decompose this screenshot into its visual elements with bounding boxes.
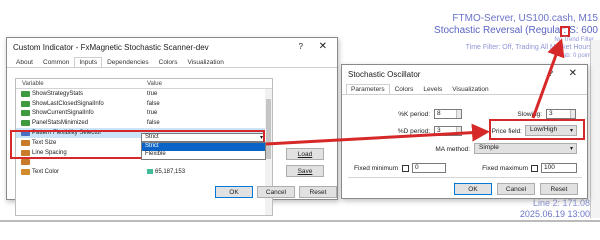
color-value: 65,187,153 (155, 169, 186, 176)
bool-icon (21, 90, 30, 97)
close-icon[interactable]: ✕ (569, 68, 577, 79)
bool-icon (21, 110, 30, 117)
k-period-input[interactable]: 8 (434, 109, 462, 119)
chart-trend-filter-label: No Trend Filter (554, 37, 594, 43)
table-row[interactable]: PanelStatsMinimized false (16, 118, 272, 128)
row-value[interactable]: 65,187,153 (141, 169, 261, 175)
dialog-titlebar: Stochastic Oscillator ? ✕ (342, 65, 587, 83)
int-icon (21, 159, 30, 166)
color-swatch (147, 169, 153, 175)
fixed-max-checkbox[interactable] (531, 165, 538, 172)
grid-header: Variable Value (16, 79, 272, 89)
row-name: PanelStatsMinimized (32, 120, 89, 127)
row-name: ShowLastClosedSignalInfo (32, 100, 104, 107)
tab-parameters[interactable]: Parameters (346, 84, 390, 94)
table-row[interactable]: Text Color 65,187,153 (16, 167, 272, 177)
side-window-edge (590, 40, 600, 218)
d-period-input[interactable]: 3 (434, 126, 462, 136)
row-value[interactable]: true (141, 91, 261, 97)
dropdown-option-flexible[interactable]: Flexible (142, 151, 265, 159)
slowing-label: Slowing: (517, 111, 542, 118)
chevron-down-icon[interactable]: ▾ (570, 145, 573, 152)
chart-server-label: FTMO-Server, US100.cash, M15 (452, 13, 598, 24)
chart-line-label: Line 2: 171.08 (532, 198, 590, 208)
col-variable: Variable (22, 81, 44, 87)
ok-button[interactable]: OK (454, 183, 492, 195)
tab-inputs[interactable]: Inputs (74, 57, 103, 67)
tab-levels[interactable]: Levels (418, 84, 447, 94)
tab-common[interactable]: Common (38, 57, 74, 67)
fixed-min-checkbox[interactable] (402, 165, 409, 172)
d-period-label: %D period: (397, 128, 430, 135)
dialog-separator (348, 177, 582, 178)
tab-dependencies[interactable]: Dependencies (102, 57, 154, 67)
fixed-min-label: Fixed minimum (353, 165, 398, 172)
bool-icon (21, 120, 30, 127)
fixed-max-label: Fixed maximum (482, 165, 528, 172)
load-button[interactable]: Load (286, 148, 324, 160)
help-icon[interactable]: ? (299, 42, 303, 51)
tab-visualization[interactable]: Visualization (182, 57, 228, 67)
fixed-min-input[interactable]: 0 (412, 163, 446, 173)
bool-icon (21, 100, 30, 107)
row-value[interactable]: false (141, 120, 261, 126)
tab-about[interactable]: About (11, 57, 38, 67)
fixed-max-input[interactable]: 100 (541, 163, 577, 173)
dropdown-option-strict[interactable]: Strict (142, 143, 265, 152)
chart-points-label: ab: 0 points (562, 53, 594, 59)
chart-time-filter-label: Time Filter: Off, Trading All Market Hou… (465, 44, 594, 51)
col-value: Value (147, 81, 162, 87)
cancel-button[interactable]: Cancel (257, 186, 295, 198)
dialog-title: Custom Indicator - FxMagnetic Stochastic… (13, 42, 209, 52)
scrollbar-thumb[interactable] (266, 99, 271, 159)
color-icon (21, 169, 30, 176)
chart-date-label: 2025.06.19 13:00 (519, 209, 590, 219)
help-icon[interactable]: ? (549, 69, 553, 78)
dialog-title: Stochastic Oscillator (348, 69, 421, 79)
bottom-divider (0, 220, 600, 222)
tab-colors[interactable]: Colors (390, 84, 419, 94)
spin-icon[interactable] (570, 110, 575, 118)
table-row[interactable]: ShowStrategyStats true (16, 89, 272, 99)
save-button[interactable]: Save (286, 165, 324, 177)
highlight-s-box (560, 26, 570, 37)
row-name: Text Color (32, 169, 60, 176)
close-icon[interactable]: ✕ (319, 41, 327, 52)
tab-strip: Parameters Colors Levels Visualization (342, 83, 587, 95)
table-row[interactable]: ShowLastClosedSignalInfo false (16, 99, 272, 109)
ok-button[interactable]: OK (215, 186, 253, 198)
ma-method-label: MA method: (435, 146, 470, 153)
row-value[interactable]: false (141, 101, 261, 107)
annotation-box-price-field (489, 119, 585, 140)
k-period-label: %K period: (398, 111, 430, 118)
row-value[interactable]: true (141, 110, 261, 116)
dialog-titlebar: Custom Indicator - FxMagnetic Stochastic… (7, 38, 337, 56)
ma-method-select[interactable]: Simple ▾ (474, 143, 577, 154)
tab-colors[interactable]: Colors (154, 57, 183, 67)
slowing-input[interactable]: 3 (546, 109, 576, 119)
cancel-button[interactable]: Cancel (497, 183, 535, 195)
custom-indicator-dialog: Custom Indicator - FxMagnetic Stochastic… (6, 37, 338, 216)
tab-visualization[interactable]: Visualization (447, 84, 493, 94)
spin-icon[interactable] (456, 127, 461, 135)
spin-icon[interactable] (456, 110, 461, 118)
row-name: ShowCurrentSignalInfo (32, 110, 94, 117)
table-row[interactable]: ShowCurrentSignalInfo true (16, 109, 272, 119)
tab-strip: About Common Inputs Dependencies Colors … (7, 56, 337, 68)
dropdown-list: Strict Flexible (141, 142, 266, 161)
reset-button[interactable]: Reset (540, 183, 578, 195)
reset-button[interactable]: Reset (299, 186, 337, 198)
row-name: ShowStrategyStats (32, 90, 84, 97)
